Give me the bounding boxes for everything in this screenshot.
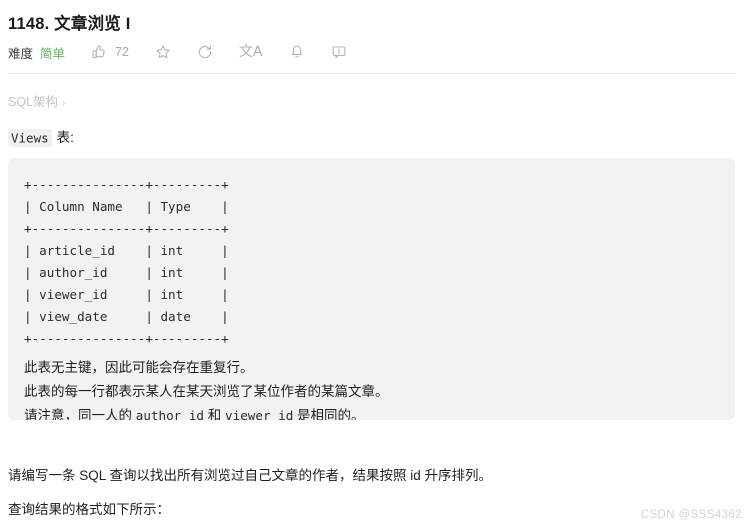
sql-schema-link-label: SQL架构 (8, 95, 59, 109)
schema-note-1: 此表无主键，因此可能会存在重复行。 (24, 360, 254, 375)
note-middle: 和 (204, 408, 226, 420)
schema-note-3: 请注意，同一人的 author_id 和 viewer_id 是相同的。 (24, 404, 735, 420)
difficulty-label: 难度 (8, 46, 34, 61)
chevron-right-icon: › (62, 98, 66, 109)
favorite-button[interactable] (155, 44, 171, 60)
note-suffix: 是相同的。 (293, 408, 365, 420)
table-intro-suffix: 表: (56, 130, 74, 145)
page-title: 1148. 文章浏览 I (8, 15, 131, 33)
comment-icon (331, 44, 347, 60)
thumbs-up-icon (91, 44, 107, 60)
table-intro: Views 表: (8, 126, 74, 147)
note-code-author-id: author_id (135, 408, 205, 420)
sql-schema-link[interactable]: SQL架构 › (8, 91, 65, 110)
note-prefix: 请注意，同一人的 (24, 408, 136, 420)
notification-button[interactable] (289, 44, 305, 60)
schema-note-2: 此表的每一行都表示某人在某天浏览了某位作者的某篇文章。 (24, 384, 389, 399)
translate-icon: 文A (238, 44, 263, 60)
star-icon (155, 44, 171, 60)
header-divider (8, 73, 736, 74)
difficulty-value: 简单 (40, 46, 66, 61)
share-button[interactable] (197, 44, 213, 60)
schema-code-block: +---------------+---------+ | Column Nam… (8, 158, 735, 420)
question-paragraph-2: 查询结果的格式如下所示： (8, 502, 170, 517)
problem-meta-toolbar: 难度 简单 72 文A (8, 42, 347, 62)
note-code-viewer-id: viewer_id (225, 408, 294, 420)
translate-button[interactable]: 文A (239, 44, 263, 60)
like-count: 72 (115, 45, 129, 59)
schema-notes: 此表无主键，因此可能会存在重复行。 此表的每一行都表示某人在某天浏览了某位作者的… (24, 356, 735, 420)
bell-icon (289, 44, 305, 60)
share-refresh-icon (197, 44, 213, 60)
feedback-button[interactable] (331, 44, 347, 60)
table-name-code: Views (8, 128, 52, 147)
ascii-schema-table: +---------------+---------+ | Column Nam… (24, 177, 229, 346)
like-button[interactable]: 72 (91, 44, 129, 60)
watermark: CSDN @SSS4362 (640, 509, 742, 521)
question-paragraph-1: 请编写一条 SQL 查询以找出所有浏览过自己文章的作者，结果按照 id 升序排列… (8, 468, 493, 483)
